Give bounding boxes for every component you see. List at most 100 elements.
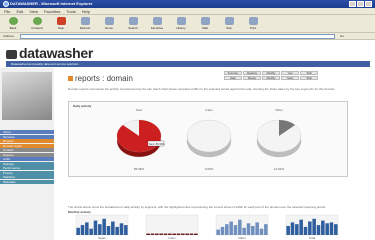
tab-summary[interactable]: Summary: [224, 71, 242, 75]
back-button[interactable]: Back: [4, 17, 22, 30]
forward-button[interactable]: Forward: [28, 17, 46, 30]
bar-other: [229, 221, 233, 235]
pie-label-sent: Sent: [136, 108, 142, 112]
sidebar-item-reports[interactable]: Reports: [0, 139, 54, 143]
bar-total: [290, 222, 295, 235]
window-controls: [349, 1, 372, 7]
bar-inbox: [181, 233, 185, 235]
pie-label-other: Other: [275, 108, 283, 112]
menu-edit[interactable]: Edit: [16, 8, 23, 14]
minimize-icon[interactable]: [349, 1, 356, 7]
internet-explorer-icon: [3, 1, 9, 7]
sidebar-item-about[interactable]: About: [0, 130, 54, 134]
brand-name: datawasher: [19, 45, 94, 61]
brand-logo[interactable]: datawasher: [6, 45, 93, 61]
size-button[interactable]: Size: [220, 17, 238, 30]
menu-tools[interactable]: Tools: [66, 8, 75, 14]
sidebar-item-statistics[interactable]: Statistics: [0, 175, 54, 179]
address-bar: Address Go: [0, 33, 375, 40]
bar-inbox: [155, 233, 159, 235]
tab-quarterly[interactable]: Quarterly: [243, 71, 261, 75]
bar-spam: [106, 226, 111, 235]
tab-total[interactable]: Total: [300, 71, 318, 75]
back-arrow-icon: [8, 17, 18, 25]
toolbar-label: Print: [249, 26, 257, 30]
window-title: DATAWASHER - Microsoft Internet Explorer: [10, 1, 93, 6]
bar-total: [316, 225, 321, 235]
toolbar-label: Home: [104, 26, 113, 30]
bar-total: [329, 222, 334, 235]
bar-inbox: [150, 233, 155, 235]
print-icon: [248, 17, 258, 25]
window-titlebar: DATAWASHER - Microsoft Internet Explorer: [0, 0, 375, 8]
sidebar-item-services[interactable]: Services: [0, 134, 54, 139]
bar-spam: [98, 224, 102, 235]
toolbar-label: History: [176, 26, 186, 30]
sidebar-item-domain-report[interactable]: Domain report: [0, 143, 54, 148]
legend-text: The charts above show the breakdown of d…: [68, 205, 326, 209]
menu-help[interactable]: Help: [82, 8, 90, 14]
stop-button[interactable]: Stop: [52, 17, 70, 30]
print-button[interactable]: Print: [244, 17, 262, 30]
tab-monthly[interactable]: Monthly: [262, 76, 280, 80]
sidebar-item-links[interactable]: Links: [0, 157, 54, 161]
menu-file[interactable]: File: [4, 8, 10, 14]
bar-total: [286, 226, 290, 235]
page-content: datawasher Datawashed and quality data a…: [0, 41, 375, 240]
maximize-icon[interactable]: [357, 1, 364, 7]
sidebar-item-webstats[interactable]: Webstats: [0, 179, 54, 184]
toolbar-label: Forward: [31, 26, 43, 30]
home-icon: [104, 17, 114, 25]
sidebar-item-contact[interactable]: Contact: [0, 148, 54, 152]
close-icon[interactable]: [365, 1, 372, 7]
sidebar-item-settings[interactable]: Settings: [0, 161, 54, 166]
menu-favorites[interactable]: Favorites: [44, 8, 60, 14]
favorites-button[interactable]: Favorites: [148, 17, 166, 30]
bar-other: [233, 225, 238, 235]
refresh-button[interactable]: Refresh: [76, 17, 94, 30]
sidebar-item-support[interactable]: Support: [0, 152, 54, 157]
pie-face-inbox: [186, 119, 232, 153]
tab-total[interactable]: Total: [300, 76, 318, 80]
bar-other: [238, 219, 242, 235]
sidebar-item-performance[interactable]: Performance: [0, 166, 54, 170]
pie-pct-sent: 86.96%: [134, 167, 145, 171]
bar-spam: [93, 220, 98, 235]
address-input[interactable]: [20, 34, 335, 39]
history-button[interactable]: History: [172, 17, 190, 30]
go-button[interactable]: Go: [340, 34, 344, 39]
tab-yearly[interactable]: Yearly: [281, 76, 299, 80]
toolbar-label: Refresh: [79, 26, 91, 30]
bar-inbox: [163, 233, 168, 235]
bar-other: [255, 222, 259, 235]
tab-weekly[interactable]: Weekly: [243, 76, 261, 80]
sidebar-nav: About Services Reports Domain report Contact…: [0, 130, 54, 184]
title-square-icon: [68, 76, 73, 81]
bar-other: [246, 223, 251, 235]
bar-spam: [119, 223, 124, 235]
size-icon: [224, 17, 234, 25]
bar-spam: [111, 221, 115, 235]
bar-spam: [80, 225, 85, 235]
menu-view[interactable]: View: [29, 8, 38, 14]
mail-button[interactable]: Mail: [196, 17, 214, 30]
bar-total: [308, 221, 312, 235]
bar-total: [321, 220, 325, 235]
bar-inbox: [185, 233, 189, 235]
pie-pct-inbox: 0.00%: [205, 167, 214, 171]
tab-monthly[interactable]: Monthly: [262, 71, 280, 75]
pie-charts: Sent 86.96% Inbox 0.00% Other 13.04% Sent: 86.…: [116, 108, 302, 171]
bar-spam: [76, 227, 80, 235]
tab-daily[interactable]: Daily: [224, 76, 242, 80]
bar-other: [220, 226, 225, 235]
home-button[interactable]: Home: [100, 17, 118, 30]
menu-bar: File Edit View Favorites Tools Help: [0, 8, 375, 15]
bar-spam: [89, 228, 93, 235]
bar-group-label-inbox: Inbox: [168, 236, 176, 240]
sidebar-item-privacy[interactable]: Privacy: [0, 170, 54, 175]
search-button[interactable]: Search: [124, 17, 142, 30]
pie-pct-other: 13.04%: [274, 167, 285, 171]
bar-inbox: [159, 233, 163, 235]
tab-year[interactable]: Year: [281, 71, 299, 75]
bar-spam: [102, 218, 106, 235]
